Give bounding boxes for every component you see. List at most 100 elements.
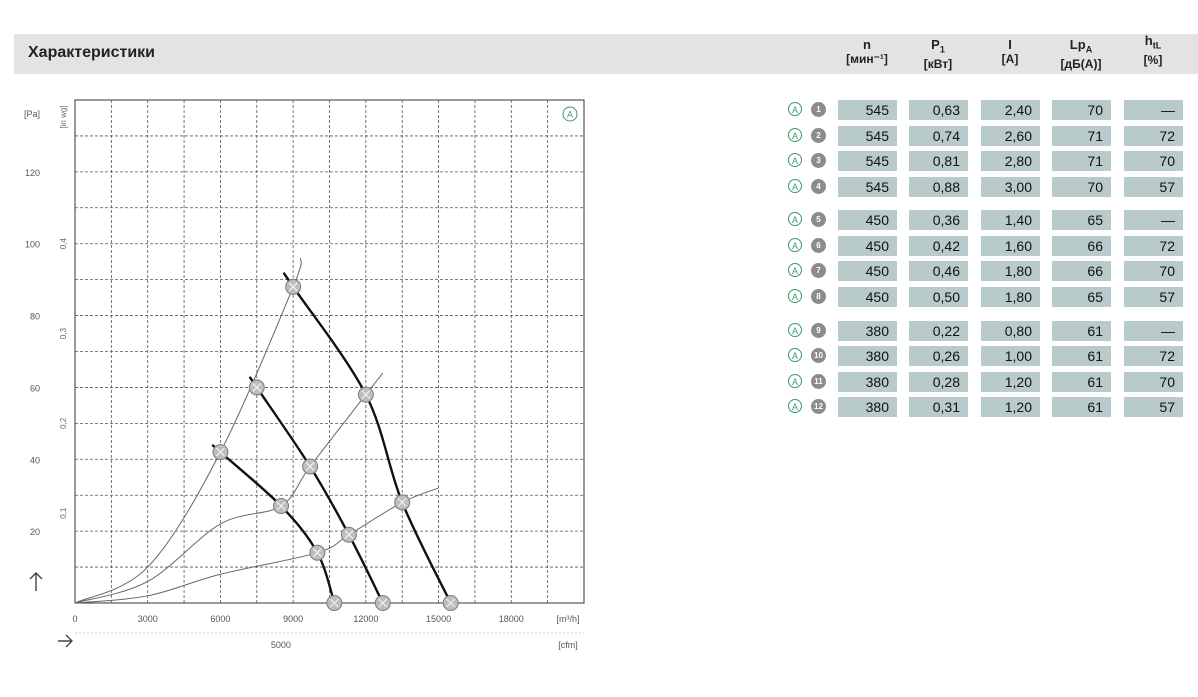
table-cell: 72: [1124, 126, 1183, 146]
table-cell: 1,60: [981, 236, 1040, 256]
table-cell: 70: [1124, 372, 1183, 392]
table-cell: 0,50: [909, 287, 968, 307]
fan-performance-chart: 20 40 60 80 100 120 [Pa] 0,1 0,2 0,3 0,4 [in wg] 0 30…: [18, 95, 1117, 660]
secondary-tick-label: 0,3: [59, 327, 68, 339]
table-cell: 70: [1124, 151, 1183, 171]
table-cell: 70: [1052, 100, 1111, 120]
x-tick-label: 12000: [353, 614, 378, 624]
x-tick-label: 9000: [283, 614, 303, 624]
curve-a-marker-icon: A: [788, 128, 802, 142]
col-sub: 1: [939, 44, 945, 55]
col-symbol: I: [1008, 37, 1012, 52]
table-cell: 450: [838, 287, 897, 307]
table-row: A 10 380 0,26 1,00 61 72: [786, 346, 1196, 366]
col-sub: tL: [1152, 40, 1162, 51]
table-cell: 71: [1052, 151, 1111, 171]
table-cell: 1,20: [981, 372, 1040, 392]
table-cell: 65: [1052, 210, 1111, 230]
table-cell: 72: [1124, 236, 1183, 256]
cfm-tick-label: 5000: [271, 640, 291, 650]
table-cell: 450: [838, 261, 897, 281]
col-sub: A: [1085, 44, 1093, 55]
table-cell: 71: [1052, 126, 1111, 146]
x-axis-unit: [m³/h]: [556, 614, 579, 624]
operating-point-number: 8: [811, 289, 826, 304]
table-cell: 380: [838, 397, 897, 417]
table-cell: 2,80: [981, 151, 1040, 171]
table-cell: 57: [1124, 287, 1183, 307]
x-tick-label: 3000: [138, 614, 158, 624]
table-cell: 545: [838, 126, 897, 146]
table-cell: 0,26: [909, 346, 968, 366]
curve-a-marker-icon: A: [788, 153, 802, 167]
characteristics-header: Характеристики n [мин⁻¹] P1 [кВт] I [A] …: [14, 34, 1198, 74]
section-title: Характеристики: [28, 44, 156, 61]
y-tick-label: 60: [30, 383, 40, 393]
curve-a-marker-icon: A: [788, 348, 802, 362]
curve-a-marker-icon: A: [788, 374, 802, 388]
table-row: A 8 450 0,50 1,80 65 57: [786, 287, 1196, 307]
table-cell: 61: [1052, 346, 1111, 366]
col-symbol: h: [1144, 33, 1153, 48]
x-tick-label: 15000: [426, 614, 451, 624]
secondary-tick-label: 0,1: [59, 507, 68, 519]
table-cell: 70: [1052, 177, 1111, 197]
table-cell: 72: [1124, 346, 1183, 366]
table-cell: 450: [838, 210, 897, 230]
operating-point-number: 1: [811, 102, 826, 117]
table-cell: —: [1124, 210, 1183, 230]
table-row: A 5 450 0,36 1,40 65 —: [786, 210, 1196, 230]
table-cell: 1,20: [981, 397, 1040, 417]
table-cell: 2,60: [981, 126, 1040, 146]
table-row: A 9 380 0,22 0,80 61 —: [786, 321, 1196, 341]
curve-a-marker-icon: A: [788, 212, 802, 226]
col-unit: [кВт]: [923, 56, 953, 71]
table-row: A 11 380 0,28 1,20 61 70: [786, 372, 1196, 392]
operating-point-number: 6: [811, 238, 826, 253]
table-cell: 0,63: [909, 100, 968, 120]
table-cell: —: [1124, 100, 1183, 120]
curve-a-marker-icon: A: [788, 238, 802, 252]
table-cell: 545: [838, 177, 897, 197]
y-tick-label: 100: [25, 240, 40, 250]
col-unit: [дБ(A)]: [1060, 56, 1102, 71]
operating-point-number: 2: [811, 128, 826, 143]
table-cell: 57: [1124, 397, 1183, 417]
col-unit: [A]: [1001, 52, 1019, 66]
secondary-tick-label: 0,2: [59, 417, 68, 429]
table-cell: 0,31: [909, 397, 968, 417]
table-cell: 0,42: [909, 236, 968, 256]
operating-point-number: 10: [811, 348, 826, 363]
y-tick-label: 80: [30, 312, 40, 322]
secondary-tick-label: 0,4: [59, 238, 68, 250]
cfm-axis-unit: [cfm]: [558, 640, 578, 650]
table-cell: 0,81: [909, 151, 968, 171]
col-symbol: n: [863, 37, 871, 52]
curve-a-marker-icon: A: [788, 289, 802, 303]
table-row: A 1 545 0,63 2,40 70 —: [786, 100, 1196, 120]
table-cell: 0,28: [909, 372, 968, 392]
table-cell: 1,00: [981, 346, 1040, 366]
operating-point-number: 9: [811, 323, 826, 338]
table-cell: 545: [838, 100, 897, 120]
x-tick-label: 18000: [499, 614, 524, 624]
table-row: A 6 450 0,42 1,60 66 72: [786, 236, 1196, 256]
table-cell: 0,74: [909, 126, 968, 146]
table-cell: 1,40: [981, 210, 1040, 230]
table-cell: 0,88: [909, 177, 968, 197]
chart-svg: 20406080100120[Pa]0,10,20,30,4[in wg]0 30…: [24, 99, 1117, 650]
y-tick-label: 120: [25, 168, 40, 178]
table-cell: 61: [1052, 397, 1111, 417]
secondary-axis-unit: [in wg]: [59, 105, 68, 128]
table-row: A 3 545 0,81 2,80 71 70: [786, 151, 1196, 171]
table-cell: 380: [838, 346, 897, 366]
col-symbol: P: [931, 37, 940, 52]
table-cell: 0,22: [909, 321, 968, 341]
pressure-axis-arrow-icon: [29, 572, 43, 591]
operating-point-number: 12: [811, 399, 826, 414]
table-cell: 66: [1052, 236, 1111, 256]
table-cell: 0,46: [909, 261, 968, 281]
col-symbol: Lp: [1069, 37, 1086, 52]
table-cell: 1,80: [981, 287, 1040, 307]
table-cell: —: [1124, 321, 1183, 341]
